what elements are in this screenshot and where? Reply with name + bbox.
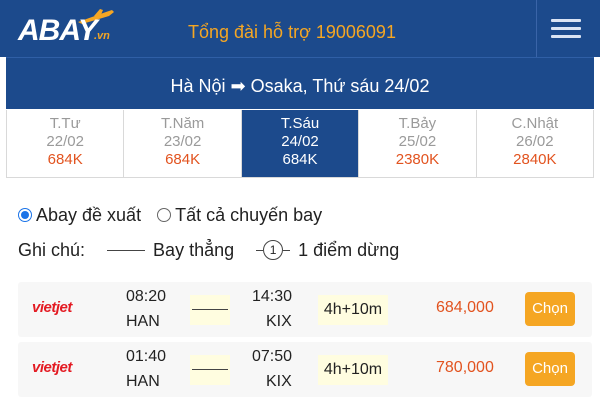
arrival-time: 14:30 [252,288,293,305]
flight-duration: 4h+10m [318,355,388,385]
date-tab-day: T.Bảy [398,115,437,132]
date-tab[interactable]: C.Nhật 26/02 2840K [476,110,594,177]
departure-time: 01:40 [126,348,167,365]
flight-path-icon [190,355,230,385]
date-tab-price: 684K [282,151,318,168]
date-tab-date: 25/02 [398,133,437,150]
direct-line-icon [107,249,146,251]
filter-recommended-label: Abay đề xuất [36,204,142,225]
menu-button[interactable] [536,0,600,57]
flight-row[interactable]: vietjet 08:20 HAN 14:30 KIX 4h+10m 684,0… [18,282,592,337]
hamburger-icon [551,19,581,22]
date-tab-day: C.Nhật [511,115,559,132]
date-tab[interactable]: T.Tư 22/02 684K [7,110,125,177]
arrival-code: KIX [266,313,292,330]
departure-code: HAN [126,373,160,390]
date-tab[interactable]: T.Bảy 25/02 2380K [359,110,477,177]
date-tab-date: 26/02 [516,133,554,150]
date-tab-date: 22/02 [46,133,84,150]
vietjet-logo: vietjet [32,359,72,376]
departure-time: 08:20 [126,288,167,305]
route-title: Hà Nội ➡ Osaka, Thứ sáu 24/02 [170,76,430,96]
date-tab-day: T.Sáu [280,115,320,132]
date-tab-selected[interactable]: T.Sáu 24/02 684K [241,110,360,177]
date-tab-day: T.Năm [160,115,205,132]
date-tab-price: 684K [165,151,201,168]
logo-wordmark: ABAY [18,14,98,47]
legend-note: Ghi chú: Bay thẳng 1 1 điểm dừng [18,238,399,262]
filter-all[interactable]: Tất cả chuyến bay [157,205,322,226]
direct-label: Bay thẳng [153,239,235,260]
date-tab-day: T.Tư [49,115,81,132]
radio-unchecked-icon[interactable] [157,208,172,222]
flight-row[interactable]: vietjet 01:40 HAN 07:50 KIX 4h+10m 780,0… [18,342,592,397]
choose-button[interactable]: Chọn [525,292,575,326]
vietjet-logo: vietjet [32,299,72,316]
top-header: ABAY .vn Tổng đài hỗ trợ 19006091 [0,0,600,57]
date-tab-date: 24/02 [281,133,319,150]
logo-domain: .vn [94,30,110,42]
date-tab-price: 684K [47,151,83,168]
date-tab[interactable]: T.Năm 23/02 684K [124,110,242,177]
note-label: Ghi chú: [18,239,86,260]
departure-code: HAN [126,313,160,330]
flight-filter: Abay đề xuất Tất cả chuyến bay [18,204,338,226]
filter-recommended[interactable]: Abay đề xuất [18,205,141,226]
date-tab-date: 23/02 [163,133,202,150]
flight-duration: 4h+10m [318,295,388,325]
radio-checked-icon[interactable] [18,208,32,222]
one-stop-label: 1 điểm dừng [298,239,400,260]
flight-path-icon [190,295,230,325]
filter-all-label: Tất cả chuyến bay [175,204,323,225]
date-tab-price: 2380K [395,151,440,168]
flight-price: 780,000 [436,359,494,376]
choose-button[interactable]: Chọn [525,352,575,386]
route-bar: Hà Nội ➡ Osaka, Thứ sáu 24/02 [6,57,594,109]
arrival-code: KIX [266,373,292,390]
date-selector: T.Tư 22/02 684K T.Năm 23/02 684K T.Sáu 2… [6,110,594,178]
one-stop-icon: 1 [256,240,291,260]
arrival-time: 07:50 [252,348,293,365]
abay-logo[interactable]: ABAY .vn [18,9,114,48]
date-tab-price: 2840K [513,151,557,168]
hotline-text[interactable]: Tổng đài hỗ trợ 19006091 [188,22,396,43]
flight-price: 684,000 [436,299,494,316]
